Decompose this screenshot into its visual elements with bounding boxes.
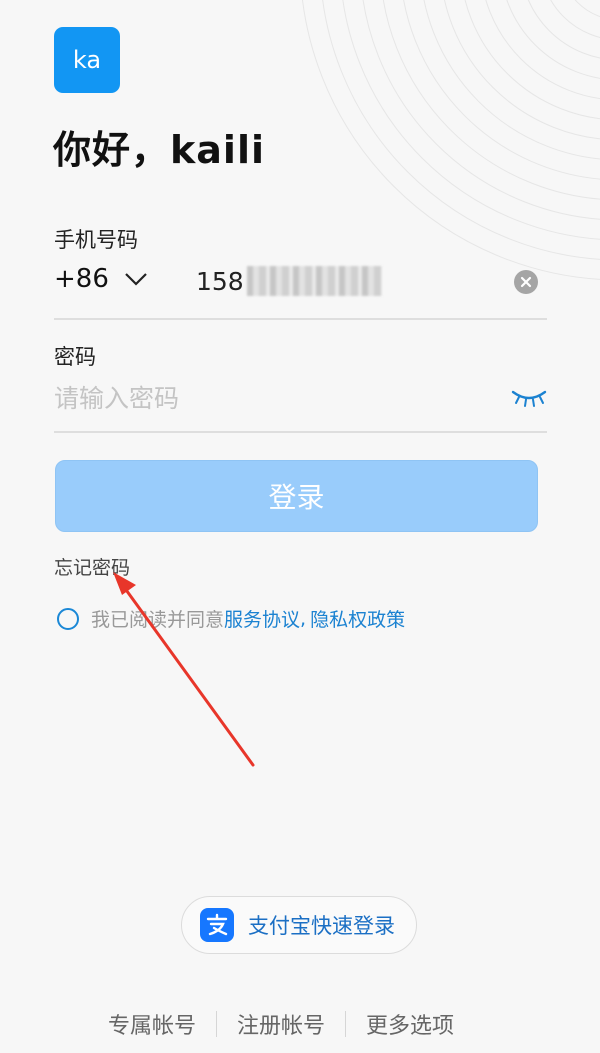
forgot-password-link[interactable]: 忘记密码 (54, 553, 130, 580)
privacy-policy-link[interactable]: 隐私权政策 (310, 605, 405, 632)
agree-radio[interactable] (57, 607, 79, 630)
service-agreement-link[interactable]: 服务协议 (224, 605, 300, 632)
agreement-row: 我已阅读并同意 服务协议 , 隐私权政策 (57, 605, 405, 632)
avatar: ka (54, 27, 120, 93)
password-divider (54, 431, 547, 433)
password-input[interactable] (54, 378, 494, 418)
bottom-links: 专属帐号 注册帐号 更多选项 (108, 1008, 454, 1040)
register-account-link[interactable]: 注册帐号 (237, 1008, 325, 1040)
phone-divider (54, 318, 547, 320)
login-button[interactable]: 登录 (55, 460, 538, 532)
country-code-value: +86 (54, 264, 109, 294)
alipay-login-label: 支付宝快速登录 (248, 914, 395, 938)
alipay-login-button[interactable]: 支付宝快速登录 (181, 896, 417, 954)
agreement-separator: , (300, 607, 307, 630)
country-code-selector[interactable]: +86 (54, 264, 149, 294)
exclusive-account-link[interactable]: 专属帐号 (108, 1008, 196, 1040)
link-separator (345, 1011, 347, 1037)
eye-closed-icon[interactable] (511, 388, 547, 408)
page-title: 你好，kaili (53, 128, 265, 172)
phone-input[interactable]: 158 (196, 266, 382, 296)
clear-icon[interactable] (514, 270, 538, 294)
phone-number-redacted (246, 266, 382, 296)
agreement-prefix: 我已阅读并同意 (91, 609, 225, 631)
phone-label: 手机号码 (54, 228, 138, 252)
phone-number-visible: 158 (196, 266, 244, 296)
password-label: 密码 (54, 345, 96, 369)
chevron-down-icon (125, 273, 147, 286)
link-separator (216, 1011, 218, 1037)
more-options-link[interactable]: 更多选项 (366, 1008, 454, 1040)
alipay-icon (200, 908, 234, 942)
